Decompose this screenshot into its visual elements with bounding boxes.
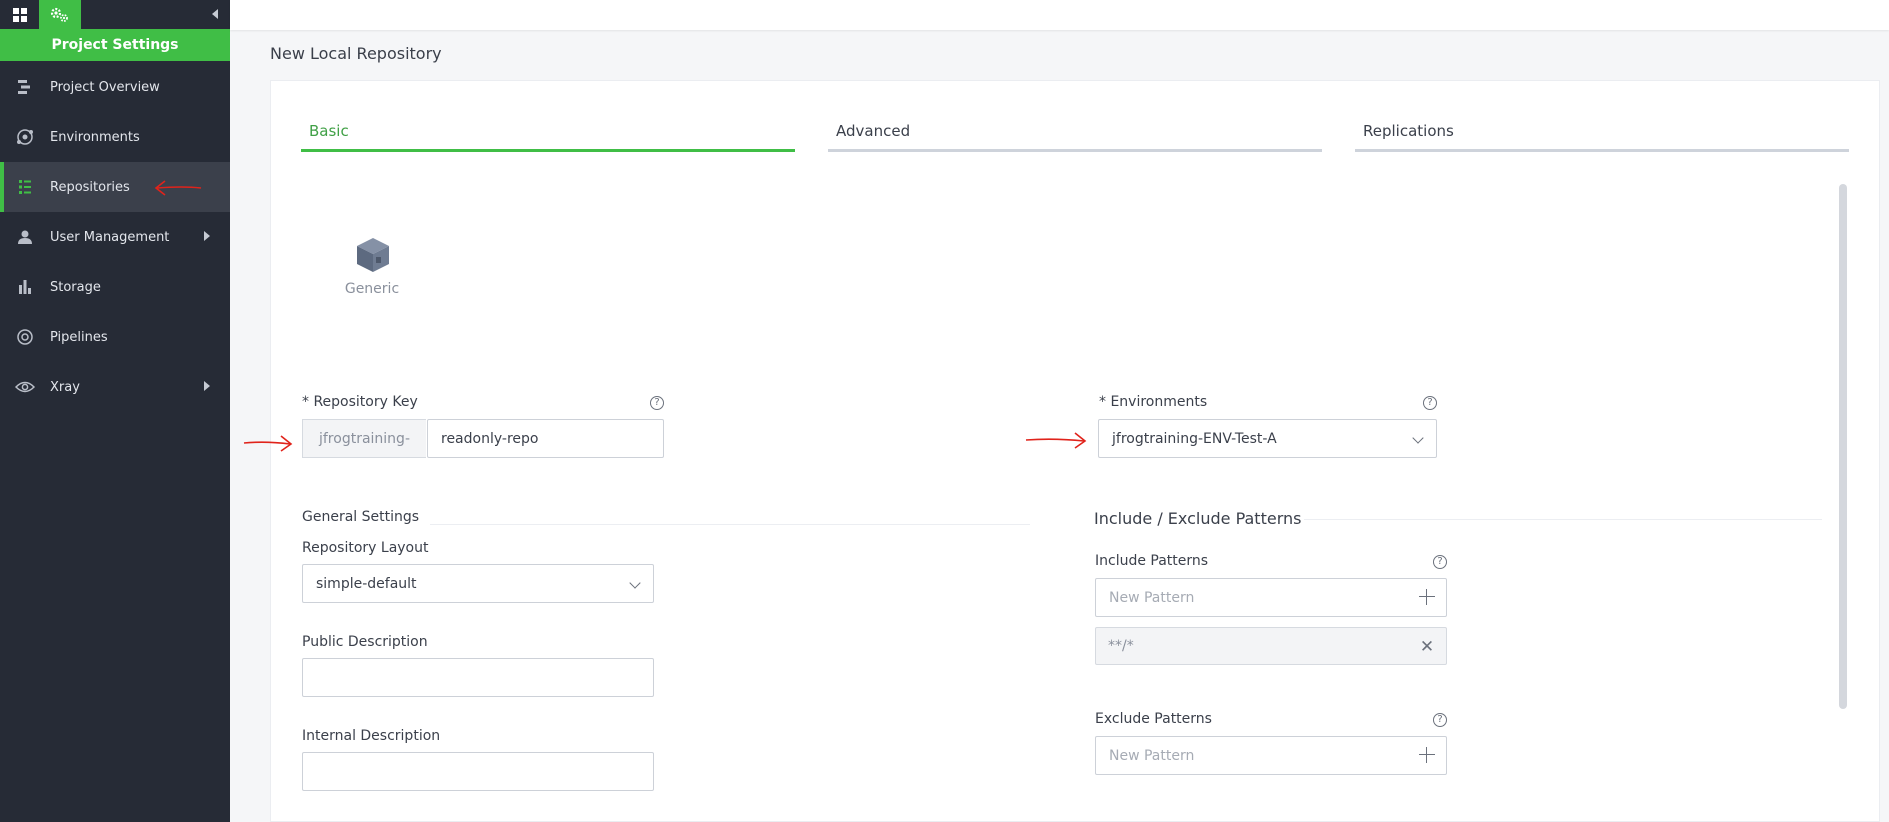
sidebar-item-environments[interactable]: Environments [0, 112, 230, 162]
sidebar-item-storage[interactable]: Storage [0, 262, 230, 312]
annotation-arrow-environments [1025, 432, 1087, 449]
environments-icon [15, 127, 35, 147]
xray-eye-icon [15, 377, 35, 397]
public-description-input[interactable] [302, 658, 654, 697]
pipelines-icon [15, 327, 35, 347]
tab-advanced[interactable]: Advanced [828, 120, 1322, 152]
tab-bar: Basic Advanced Replications [301, 120, 1849, 152]
section-divider [430, 524, 1030, 525]
sidebar: Project Settings Project Overview Enviro… [0, 0, 230, 822]
repository-key-prefix: jfrogtraining- [302, 419, 426, 458]
sidebar-item-user-management[interactable]: User Management [0, 212, 230, 262]
sidebar-top-bar [0, 0, 230, 29]
storage-icon [15, 277, 35, 297]
sidebar-item-label: Repositories [50, 179, 130, 195]
app-root: Project Settings Project Overview Enviro… [0, 0, 1889, 822]
help-icon[interactable]: ? [1433, 555, 1447, 569]
apps-grid-icon[interactable] [0, 0, 39, 29]
collapse-sidebar-icon[interactable] [208, 7, 222, 21]
repository-key-input[interactable]: readonly-repo [427, 419, 664, 458]
sidebar-item-label: Xray [50, 379, 80, 395]
sidebar-item-xray[interactable]: Xray [0, 362, 230, 412]
repository-key-label: * Repository Key [302, 394, 418, 410]
chevron-down-icon [629, 577, 641, 589]
tab-label: Replications [1363, 122, 1454, 140]
sidebar-item-label: User Management [50, 229, 170, 245]
sidebar-item-pipelines[interactable]: Pipelines [0, 312, 230, 362]
patterns-section-title: Include / Exclude Patterns [1094, 509, 1302, 528]
chevron-down-icon [1412, 432, 1424, 444]
project-overview-icon [15, 77, 35, 97]
caret-right-icon [204, 381, 210, 391]
include-pattern-input[interactable]: New Pattern [1095, 578, 1447, 617]
environments-select[interactable]: jfrogtraining-ENV-Test-A [1098, 419, 1437, 458]
settings-gears-icon[interactable] [39, 0, 81, 29]
exclude-pattern-input[interactable]: New Pattern [1095, 736, 1447, 775]
include-pattern-chip: **/* ✕ [1095, 627, 1447, 665]
remove-pattern-icon[interactable]: ✕ [1418, 637, 1436, 657]
package-type-label: Generic [344, 281, 400, 297]
tab-basic[interactable]: Basic [301, 120, 795, 152]
tab-label: Basic [309, 122, 349, 140]
sidebar-item-label: Environments [50, 129, 140, 145]
add-pattern-icon[interactable] [1418, 588, 1436, 606]
help-icon[interactable]: ? [1423, 396, 1437, 410]
sidebar-item-label: Project Overview [50, 79, 160, 95]
general-settings-title: General Settings [302, 509, 420, 525]
environments-label: * Environments [1099, 394, 1208, 410]
sidebar-item-project-overview[interactable]: Project Overview [0, 62, 230, 112]
sidebar-nav: Project Overview Environments Repositori… [0, 62, 230, 412]
sidebar-header: Project Settings [0, 29, 230, 61]
tab-replications[interactable]: Replications [1355, 120, 1849, 152]
user-icon [15, 227, 35, 247]
include-patterns-label: Include Patterns [1095, 553, 1209, 569]
generic-package-icon[interactable] [345, 236, 400, 278]
internal-description-label: Internal Description [302, 728, 441, 744]
section-divider [1304, 519, 1822, 520]
tab-underline [301, 149, 795, 152]
internal-description-input[interactable] [302, 752, 654, 791]
top-bar [230, 0, 1889, 30]
caret-right-icon [204, 231, 210, 241]
exclude-pattern-placeholder: New Pattern [1109, 747, 1195, 764]
sidebar-item-label: Storage [50, 279, 101, 295]
tab-label: Advanced [836, 122, 911, 140]
page-title: New Local Repository [270, 44, 442, 63]
tab-underline [1355, 149, 1849, 152]
include-pattern-chip-text: **/* [1108, 638, 1134, 654]
public-description-label: Public Description [302, 634, 428, 650]
tab-underline [828, 149, 1322, 152]
annotation-arrow-repositories [154, 180, 202, 196]
help-icon[interactable]: ? [650, 396, 664, 410]
repositories-icon [15, 177, 35, 197]
repository-layout-label: Repository Layout [302, 540, 429, 556]
add-pattern-icon[interactable] [1418, 746, 1436, 764]
sidebar-item-repositories[interactable]: Repositories [0, 162, 230, 212]
help-icon[interactable]: ? [1433, 713, 1447, 727]
environments-selected-value: jfrogtraining-ENV-Test-A [1112, 430, 1277, 447]
repository-layout-select[interactable]: simple-default [302, 564, 654, 603]
repository-layout-value: simple-default [316, 575, 417, 592]
exclude-patterns-label: Exclude Patterns [1095, 711, 1212, 727]
sidebar-item-label: Pipelines [50, 329, 108, 345]
include-pattern-placeholder: New Pattern [1109, 589, 1195, 606]
form-scrollbar[interactable] [1839, 184, 1847, 709]
annotation-arrow-repo-key [243, 435, 293, 452]
